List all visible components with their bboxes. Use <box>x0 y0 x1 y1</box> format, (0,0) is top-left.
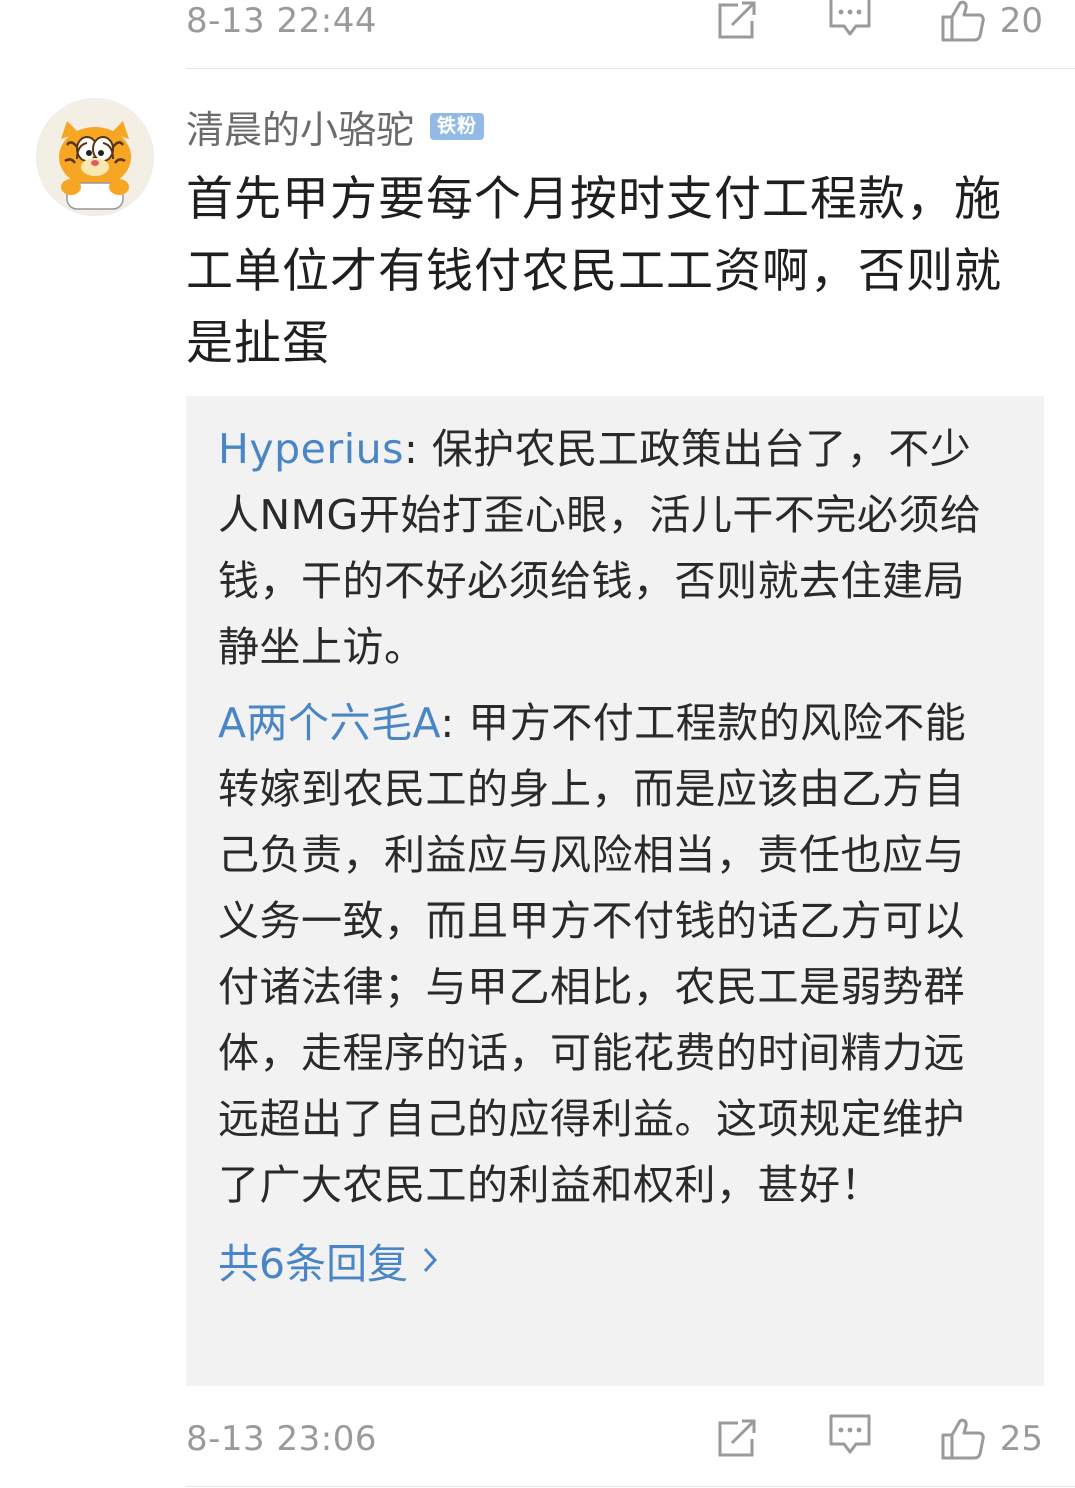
reply-separator: : <box>440 699 469 747</box>
fan-badge: 铁粉 <box>430 112 485 140</box>
like-icon <box>941 1418 985 1460</box>
reply-icon[interactable] <box>828 0 872 37</box>
comment-actions: 20 <box>716 0 1043 47</box>
like-button[interactable]: 20 <box>940 0 1043 43</box>
reply-author[interactable]: Hyperius <box>218 425 404 473</box>
like-count: 20 <box>999 1 1043 41</box>
like-icon <box>941 0 985 42</box>
share-icon[interactable] <box>716 1419 758 1459</box>
reply-separator: : <box>403 425 432 473</box>
reply-text: 甲方不付工程款的风险不能转嫁到农民工的身上，而是应该由乙方自己负责，利益应与风险… <box>218 699 967 1209</box>
comment-header: 清晨的小骆驼 铁粉 <box>186 99 485 154</box>
reply-item[interactable]: Hyperius: 保护农民工政策出台了，不少人NMG开始打歪心眼，活儿干不完必… <box>218 416 1004 680</box>
comment-actions: 25 <box>716 1413 1043 1465</box>
timestamp: 8-13 22:44 <box>186 1 377 41</box>
divider <box>186 68 1075 69</box>
reply-item[interactable]: A两个六毛A: 甲方不付工程款的风险不能转嫁到农民工的身上，而是应该由乙方自己负… <box>218 690 1004 1218</box>
garfield-avatar-icon <box>37 99 153 215</box>
timestamp: 8-13 23:06 <box>186 1419 377 1459</box>
avatar[interactable] <box>36 98 154 216</box>
previous-comment-footer: 8-13 22:44 20 <box>186 0 1043 46</box>
comment-footer: 8-13 23:06 25 <box>186 1414 1043 1464</box>
replies-box[interactable]: Hyperius: 保护农民工政策出台了，不少人NMG开始打歪心眼，活儿干不完必… <box>186 396 1044 1386</box>
like-button[interactable]: 25 <box>940 1417 1043 1461</box>
username[interactable]: 清晨的小骆驼 <box>186 99 414 154</box>
more-replies-link[interactable]: 共6条回复 <box>218 1230 1004 1290</box>
chevron-right-icon <box>422 1236 438 1284</box>
share-icon[interactable] <box>716 1 758 41</box>
reply-author[interactable]: A两个六毛A <box>218 699 440 747</box>
more-replies-label: 共6条回复 <box>218 1240 409 1288</box>
comment-text: 首先甲方要每个月按时支付工程款，施工单位才有钱付农民工工资啊，否则就是扯蛋 <box>186 172 1002 371</box>
reply-icon[interactable] <box>828 1413 872 1455</box>
like-count: 25 <box>999 1419 1043 1459</box>
divider <box>186 1486 1075 1487</box>
